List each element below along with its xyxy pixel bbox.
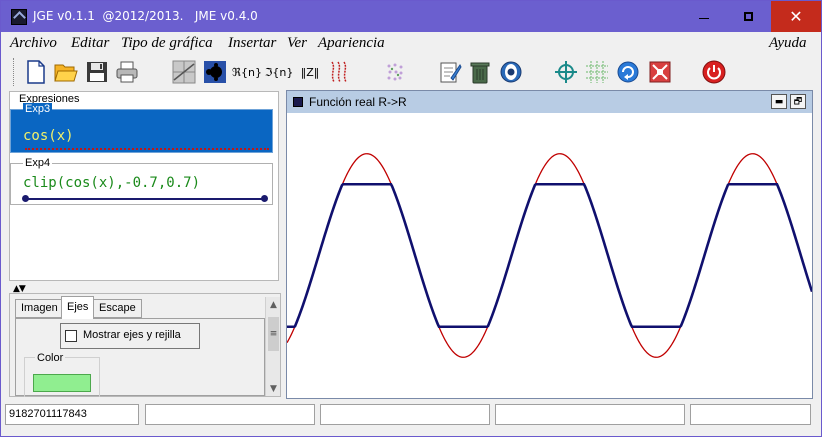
graph-restore-button[interactable]: 🗗 (790, 94, 806, 109)
line-handle-left[interactable] (22, 195, 29, 202)
color-group: Color (24, 352, 100, 397)
function-plot[interactable] (287, 113, 812, 398)
imaginary-part-icon[interactable]: ℑ{n} (265, 59, 294, 85)
scroll-up-icon[interactable]: ▲ (266, 297, 281, 312)
graph-title: Función real R->R (309, 95, 407, 109)
options-scrollbar[interactable]: ▲ ≡ ▼ (265, 297, 280, 396)
options-panel: Imagen Ejes Escape Mostrar ejes y rejill… (9, 293, 281, 397)
graph-title-bar[interactable]: Función real R->R ▬ 🗗 (287, 91, 812, 113)
new-document-icon[interactable] (23, 59, 49, 85)
graph-window: Función real R->R ▬ 🗗 (286, 90, 813, 399)
maximize-icon (744, 12, 753, 21)
menu-archivo[interactable]: Archivo (10, 35, 57, 52)
maximize-button[interactable] (726, 1, 771, 32)
plot-series-clip (287, 182, 812, 329)
show-axes-checkbox[interactable] (65, 330, 77, 342)
open-folder-icon[interactable] (53, 59, 79, 85)
menu-apariencia[interactable]: Apariencia (318, 35, 385, 52)
color-label: Color (35, 352, 66, 364)
status-cell-4 (495, 404, 685, 425)
minimize-icon: ▬ (774, 96, 784, 107)
power-icon[interactable] (701, 59, 727, 85)
show-axes-option[interactable]: Mostrar ejes y rejilla (60, 323, 200, 349)
toolbar-grip[interactable] (13, 58, 15, 86)
tab-content-ejes: Mostrar ejes y rejilla Color (15, 318, 265, 397)
expression-text[interactable]: clip(cos(x),-0.7,0.7) (23, 175, 200, 191)
window-title: JGE v0.1.1 @2012/2013. JME v0.4.0 (33, 9, 258, 23)
save-disk-icon[interactable] (84, 59, 110, 85)
tab-escape[interactable]: Escape (93, 299, 142, 318)
close-icon: ✕ (789, 7, 803, 26)
fractal-icon[interactable] (202, 59, 228, 85)
tab-ejes[interactable]: Ejes (61, 296, 95, 319)
scroll-down-icon[interactable]: ▼ (266, 381, 281, 396)
graph-window-icon (293, 97, 303, 107)
eye-icon[interactable] (498, 59, 524, 85)
app-window: JGE v0.1.1 @2012/2013. JME v0.4.0 ✕ Arch… (0, 0, 822, 437)
menu-editar[interactable]: Editar (71, 35, 109, 52)
expression-line-preview (25, 148, 269, 150)
plot-grid-icon[interactable] (171, 59, 197, 85)
toolbar: ℜ{n} ℑ{n} ‖Z‖ (1, 55, 821, 89)
edit-notepad-icon[interactable] (437, 59, 463, 85)
expression-item-exp3[interactable]: Exp3 cos(x) (10, 103, 273, 153)
status-cell-3 (320, 404, 490, 425)
show-axes-label: Mostrar ejes y rejilla (83, 329, 181, 341)
restore-icon: 🗗 (793, 96, 803, 107)
expression-text[interactable]: cos(x) (23, 128, 74, 144)
menu-insertar[interactable]: Insertar (228, 35, 276, 52)
grid-icon[interactable] (584, 59, 610, 85)
graph-minimize-button[interactable]: ▬ (771, 94, 787, 109)
menu-tipo-de-grafica[interactable]: Tipo de gráfica (121, 35, 213, 52)
menu-ayuda[interactable]: Ayuda (769, 35, 807, 52)
status-cell-2 (145, 404, 315, 425)
status-cell-5 (690, 404, 811, 425)
print-icon[interactable] (114, 59, 140, 85)
status-bar: 9182701117843 (1, 402, 821, 426)
status-cell-1: 9182701117843 (5, 404, 139, 425)
zoom-fit-icon[interactable] (647, 59, 673, 85)
expression-label: Exp3 (23, 103, 53, 115)
crosshair-icon[interactable] (553, 59, 579, 85)
app-logo-icon (11, 9, 27, 25)
title-bar[interactable]: JGE v0.1.1 @2012/2013. JME v0.4.0 ✕ (1, 1, 821, 32)
menu-bar: Archivo Editar Tipo de gráfica Insertar … (1, 34, 821, 54)
refresh-icon[interactable] (615, 59, 641, 85)
close-button[interactable]: ✕ (771, 1, 821, 32)
menu-ver[interactable]: Ver (287, 35, 307, 52)
tab-imagen[interactable]: Imagen (15, 299, 64, 318)
norm-icon[interactable]: ‖Z‖ (297, 59, 323, 85)
trash-can-icon[interactable] (467, 59, 493, 85)
expression-line-preview (25, 198, 267, 200)
real-part-icon[interactable]: ℜ{n} (232, 59, 262, 85)
expression-label: Exp4 (23, 157, 53, 169)
minimize-button[interactable] (681, 1, 726, 32)
minimize-icon (698, 18, 709, 19)
color-swatch[interactable] (33, 374, 91, 392)
expression-item-exp4[interactable]: Exp4 clip(cos(x),-0.7,0.7) (10, 157, 273, 205)
dots-pattern-icon[interactable] (382, 59, 408, 85)
parametric-icon[interactable] (327, 59, 353, 85)
scroll-thumb[interactable]: ≡ (268, 317, 279, 351)
line-handle-right[interactable] (261, 195, 268, 202)
